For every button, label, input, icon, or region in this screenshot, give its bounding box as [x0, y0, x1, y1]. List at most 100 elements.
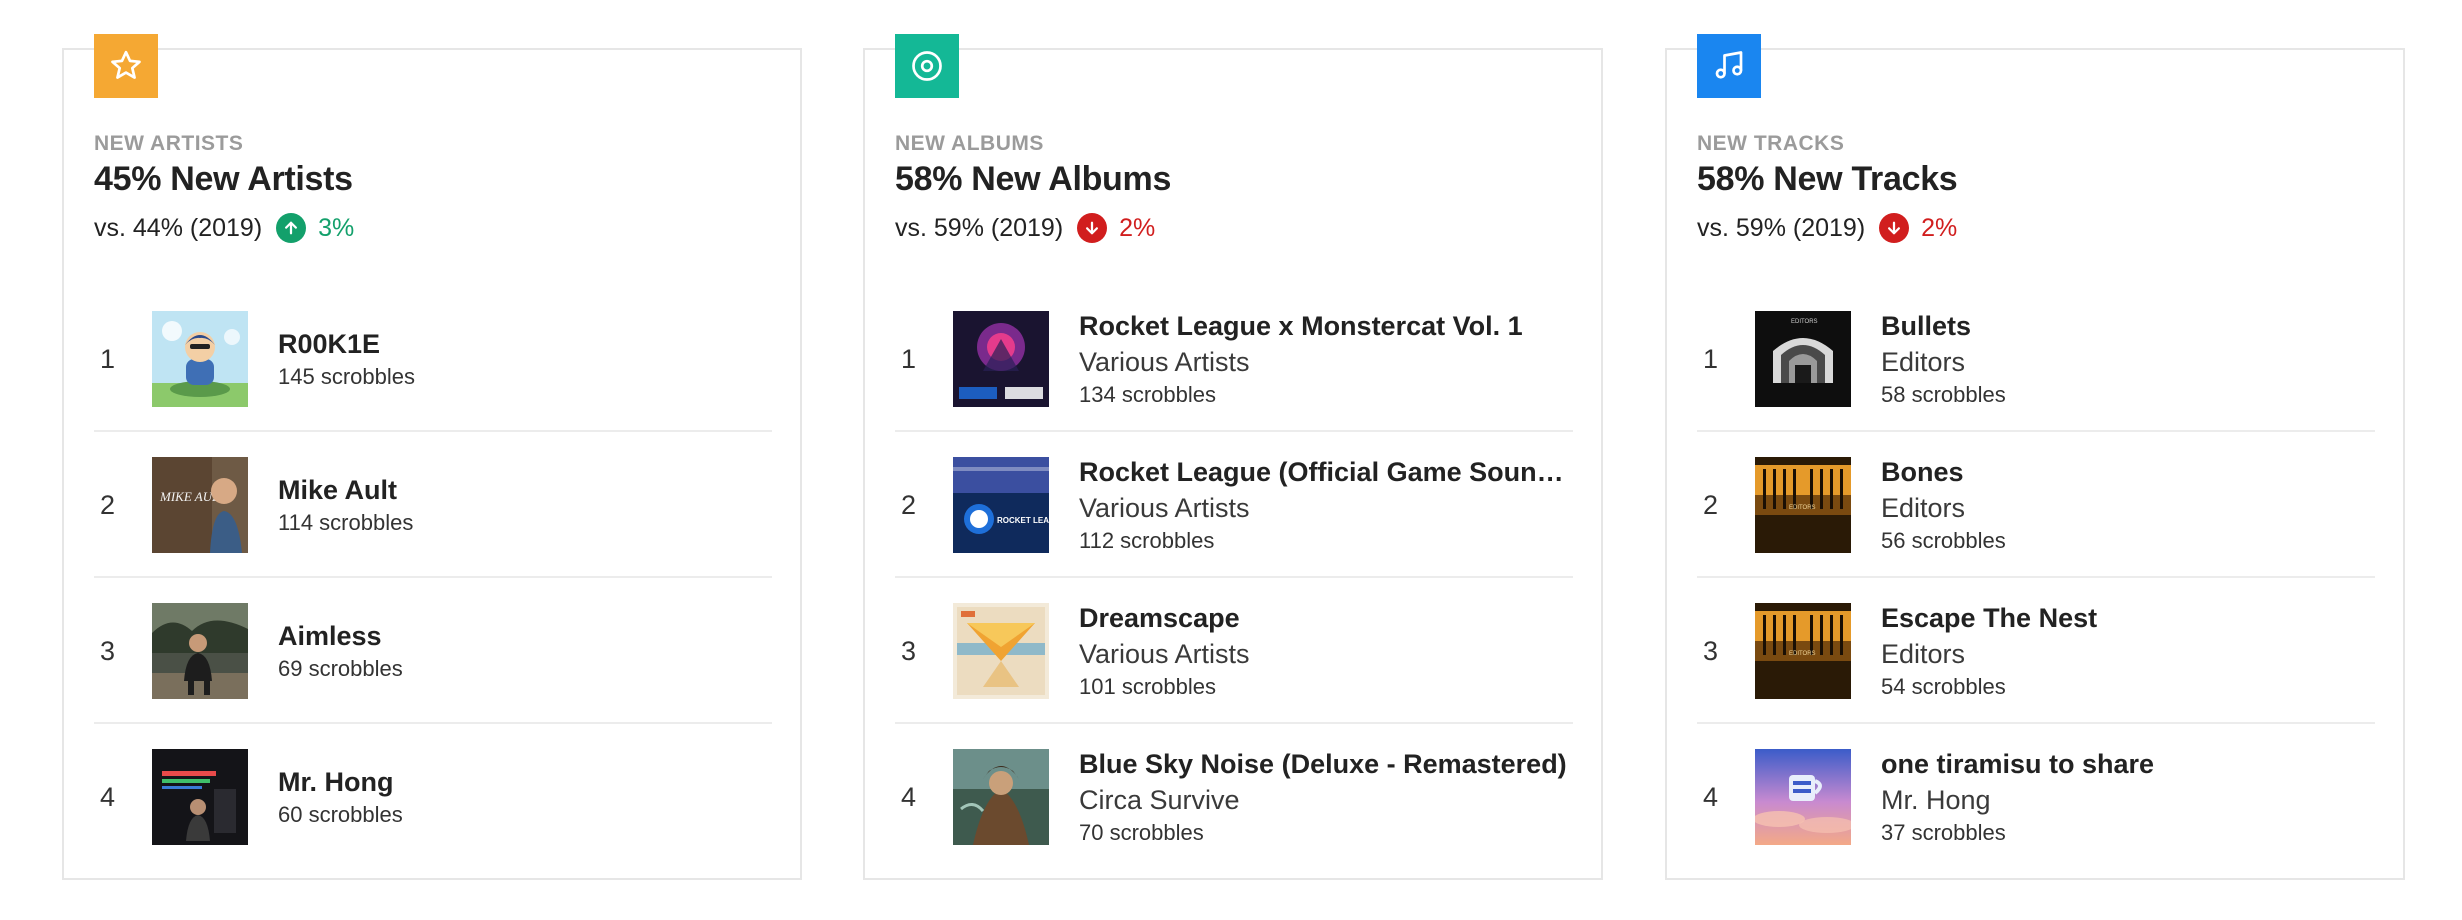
scrobble-count: 60 scrobbles: [278, 802, 403, 827]
album-cover[interactable]: ROCKET LEAGUE: [953, 457, 1049, 553]
artwork-lettering: EDITORS: [1789, 651, 1816, 657]
artwork-lettering: EDITORS: [1791, 319, 1818, 325]
rank-number: 2: [901, 489, 917, 520]
album-artist[interactable]: Circa Survive: [1079, 782, 1573, 818]
item-info: one tiramisu to share Mr. Hong 37 scrobb…: [1881, 724, 2375, 870]
item-info: Bullets Editors 58 scrobbles: [1881, 286, 2375, 432]
album-artist[interactable]: Various Artists: [1079, 490, 1573, 526]
item-info: Bones Editors 56 scrobbles: [1881, 432, 2375, 578]
comparison-text: vs. 44% (2019): [94, 213, 263, 242]
track-cover[interactable]: EDITORS: [1755, 603, 1851, 699]
rank-number: 4: [1703, 781, 1719, 812]
list-item[interactable]: 1 R00K1E 145 scrobbles: [94, 286, 772, 432]
item-info: Mr. Hong 60 scrobbles: [278, 724, 772, 870]
scrobble-count: 56 scrobbles: [1881, 528, 2006, 553]
scrobble-count: 69 scrobbles: [278, 656, 403, 681]
new-albums-list: 1 Rocket League x Monstercat Vol. 1 Vari…: [895, 286, 1573, 870]
new-artists-panel: NEW ARTISTS 45% New Artists vs. 44% (201…: [62, 34, 802, 880]
rank-number: 1: [100, 343, 116, 374]
item-info: Escape The Nest Editors 54 scrobbles: [1881, 578, 2375, 724]
album-cover[interactable]: [953, 311, 1049, 407]
rank-number: 1: [1703, 343, 1719, 374]
panel-headline: 58% New Albums: [895, 160, 1172, 198]
album-cover[interactable]: [953, 749, 1049, 845]
new-albums-badge: [895, 34, 959, 98]
track-artist[interactable]: Editors: [1881, 636, 2375, 672]
track-title[interactable]: one tiramisu to share: [1881, 746, 2375, 782]
item-info: Rocket League x Monstercat Vol. 1 Variou…: [1079, 286, 1573, 432]
track-cover[interactable]: EDITORS: [1755, 311, 1851, 407]
album-title[interactable]: Dreamscape: [1079, 600, 1573, 636]
panel-headline: 45% New Artists: [94, 160, 353, 198]
item-info: R00K1E 145 scrobbles: [278, 286, 772, 432]
artist-image[interactable]: [152, 311, 248, 407]
list-item[interactable]: 4 Blue Sky Noise (Deluxe - Remastered) C…: [895, 724, 1573, 870]
artist-name[interactable]: Mike Ault: [278, 472, 772, 508]
artist-image[interactable]: [152, 749, 248, 845]
album-artist[interactable]: Various Artists: [1079, 344, 1573, 380]
scrobble-count: 145 scrobbles: [278, 364, 415, 389]
track-title[interactable]: Bones: [1881, 454, 2375, 490]
track-title[interactable]: Bullets: [1881, 308, 2375, 344]
track-artist[interactable]: Mr. Hong: [1881, 782, 2375, 818]
new-tracks-panel: NEW TRACKS 58% New Tracks vs. 59% (2019)…: [1665, 34, 2405, 880]
album-artist[interactable]: Various Artists: [1079, 636, 1573, 672]
arrow-down-icon: [1879, 213, 1910, 243]
new-artists-badge: [94, 34, 158, 98]
new-albums-panel: NEW ALBUMS 58% New Albums vs. 59% (2019)…: [863, 34, 1603, 880]
album-cover[interactable]: [953, 603, 1049, 699]
scrobble-count: 134 scrobbles: [1079, 382, 1216, 407]
artist-name[interactable]: Aimless: [278, 618, 772, 654]
change-value: 2%: [1921, 213, 1958, 242]
panel-comparison: vs. 59% (2019) 2%: [895, 212, 1155, 244]
new-tracks-list: 1 EDITORS Bullets Editors 58 scrobbles 2…: [1697, 286, 2375, 870]
album-title[interactable]: Rocket League (Official Game Soundt...: [1079, 454, 1573, 490]
scrobble-count: 101 scrobbles: [1079, 674, 1216, 699]
item-info: Rocket League (Official Game Soundt... V…: [1079, 432, 1573, 578]
artist-image[interactable]: [152, 603, 248, 699]
album-title[interactable]: Blue Sky Noise (Deluxe - Remastered): [1079, 746, 1573, 782]
list-item[interactable]: 2 ROCKET LEAGUE Rocket League (Official …: [895, 432, 1573, 578]
panel-comparison: vs. 59% (2019) 2%: [1697, 212, 1957, 244]
item-info: Dreamscape Various Artists 101 scrobbles: [1079, 578, 1573, 724]
rank-number: 4: [901, 781, 917, 812]
change-value: 2%: [1119, 213, 1156, 242]
comparison-text: vs. 59% (2019): [1697, 213, 1866, 242]
rank-number: 1: [901, 343, 917, 374]
list-item[interactable]: 3 Dreamscape Various Artists 101 scrobbl…: [895, 578, 1573, 724]
item-info: Mike Ault 114 scrobbles: [278, 432, 772, 578]
list-item[interactable]: 4 one tiramisu to share Mr. Hong 37 scro…: [1697, 724, 2375, 870]
new-music-report: NEW ARTISTS 45% New Artists vs. 44% (201…: [0, 0, 2462, 920]
list-item[interactable]: 4 Mr. Hong 60 scrobbles: [94, 724, 772, 870]
track-cover[interactable]: [1755, 749, 1851, 845]
panel-eyebrow: NEW ALBUMS: [895, 132, 1044, 155]
list-item[interactable]: 3 EDITORS Escape The Nest Editors 54 scr…: [1697, 578, 2375, 724]
scrobble-count: 37 scrobbles: [1881, 820, 2006, 845]
panel-headline: 58% New Tracks: [1697, 160, 1958, 198]
list-item[interactable]: 2 MIKE AULT Mike Ault 114 scrobbles: [94, 432, 772, 578]
artist-image[interactable]: MIKE AULT: [152, 457, 248, 553]
track-artist[interactable]: Editors: [1881, 490, 2375, 526]
track-title[interactable]: Escape The Nest: [1881, 600, 2375, 636]
list-item[interactable]: 3 Aimless 69 scrobbles: [94, 578, 772, 724]
track-cover[interactable]: EDITORS: [1755, 457, 1851, 553]
scrobble-count: 112 scrobbles: [1079, 528, 1215, 553]
list-item[interactable]: 1 EDITORS Bullets Editors 58 scrobbles: [1697, 286, 2375, 432]
item-info: Aimless 69 scrobbles: [278, 578, 772, 724]
scrobble-count: 58 scrobbles: [1881, 382, 2006, 407]
artist-name[interactable]: R00K1E: [278, 326, 772, 362]
new-tracks-badge: [1697, 34, 1761, 98]
artist-name[interactable]: Mr. Hong: [278, 764, 772, 800]
scrobble-count: 54 scrobbles: [1881, 674, 2006, 699]
track-artist[interactable]: Editors: [1881, 344, 2375, 380]
music-note-icon: [1715, 51, 1743, 79]
artwork-lettering: ROCKET LEAGUE: [997, 516, 1049, 525]
list-item[interactable]: 2 EDITORS Bones Editors 56 scrobbles: [1697, 432, 2375, 578]
comparison-text: vs. 59% (2019): [895, 213, 1064, 242]
list-item[interactable]: 1 Rocket League x Monstercat Vol. 1 Vari…: [895, 286, 1573, 432]
album-title[interactable]: Rocket League x Monstercat Vol. 1: [1079, 308, 1573, 344]
new-artists-list: 1 R00K1E 145 scrobbles 2 MIKE AULT Mike …: [94, 286, 772, 870]
panel-eyebrow: NEW TRACKS: [1697, 132, 1845, 155]
star-icon: [111, 50, 141, 79]
rank-number: 2: [100, 489, 116, 520]
